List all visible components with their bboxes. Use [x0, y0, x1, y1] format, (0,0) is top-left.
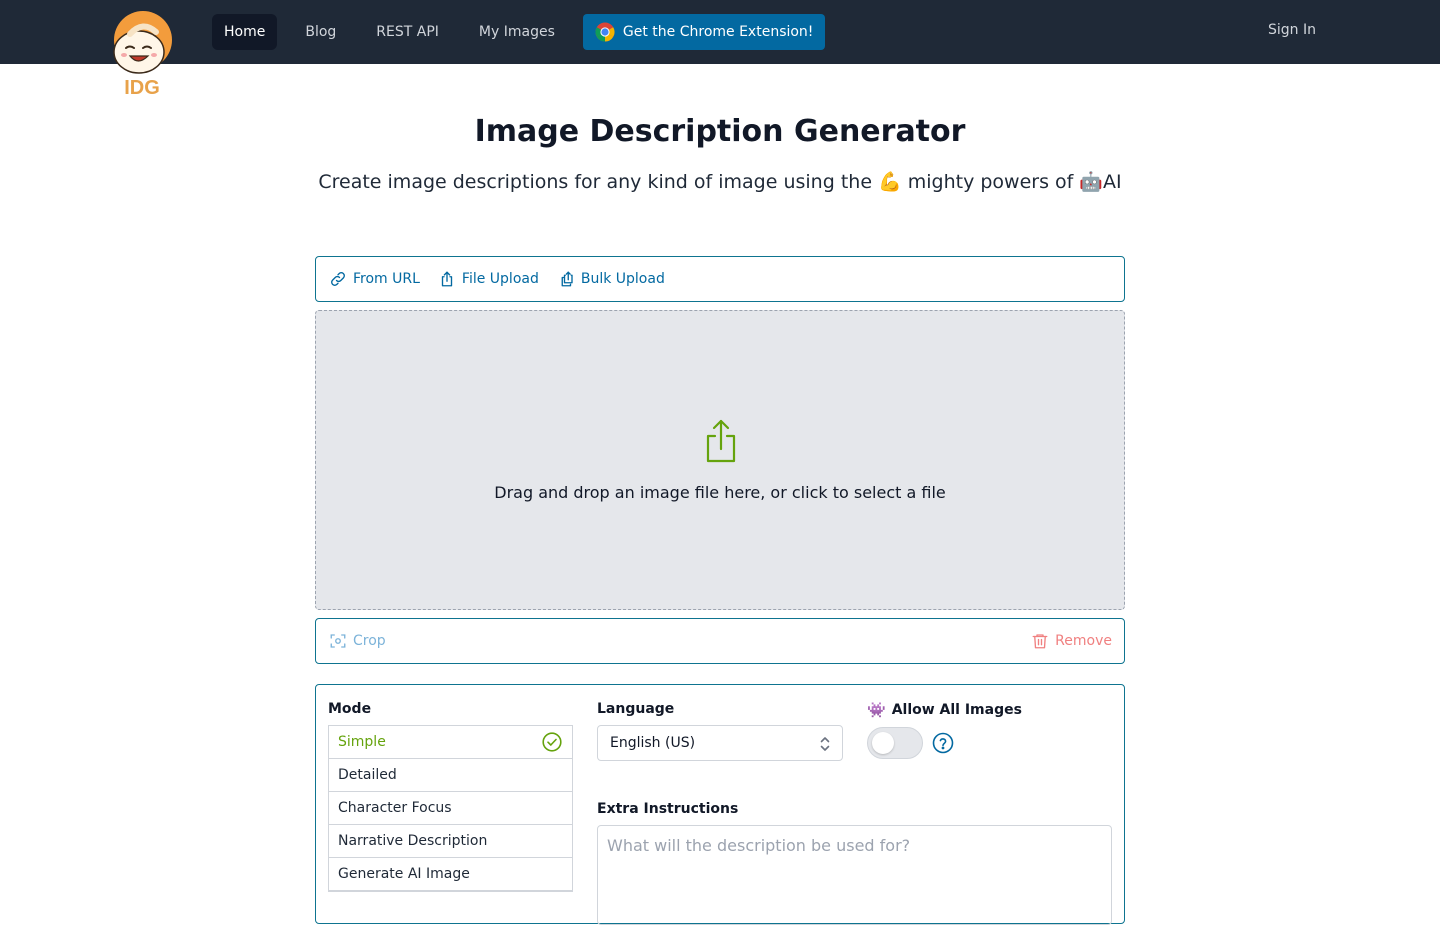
- language-value: English (US): [610, 735, 696, 751]
- mode-option-detailed[interactable]: Detailed: [329, 759, 572, 792]
- mascot-logo-icon: IDG: [113, 11, 172, 99]
- extra-instructions-input[interactable]: What will the description be used for?: [597, 825, 1112, 925]
- remove-label: Remove: [1055, 633, 1112, 649]
- extra-instructions-label: Extra Instructions: [597, 801, 739, 817]
- tab-file-upload-label: File Upload: [461, 271, 539, 287]
- crop-label: Crop: [353, 633, 386, 649]
- image-dropzone[interactable]: Drag and drop an image file here, or cli…: [315, 310, 1125, 610]
- mode-option-simple[interactable]: Simple: [329, 726, 572, 759]
- crop-icon: [330, 634, 346, 648]
- nav-home[interactable]: Home: [212, 14, 278, 50]
- main-nav: Home Blog REST API My Images Get the Chr…: [212, 14, 826, 50]
- language-label: Language: [597, 701, 675, 717]
- nav-my-images[interactable]: My Images: [467, 14, 567, 50]
- sign-in-link[interactable]: Sign In: [1268, 22, 1316, 38]
- trash-icon: [1032, 634, 1048, 649]
- nav-blog[interactable]: Blog: [293, 14, 348, 50]
- chevron-up-down-icon: [820, 737, 830, 751]
- chrome-icon: [595, 22, 615, 42]
- tab-bulk-upload-label: Bulk Upload: [580, 271, 665, 287]
- mode-option-label: Simple: [338, 734, 386, 750]
- bulk-upload-icon: [561, 271, 573, 287]
- tab-file-upload[interactable]: File Upload: [438, 270, 539, 288]
- tab-bulk-upload[interactable]: Bulk Upload: [557, 270, 665, 288]
- chrome-extension-label: Get the Chrome Extension!: [622, 24, 814, 40]
- mode-option-character-focus[interactable]: Character Focus: [329, 792, 572, 825]
- page-subtitle: Create image descriptions for any kind o…: [318, 171, 1122, 193]
- tab-from-url-label: From URL: [353, 271, 420, 287]
- nav-rest-api[interactable]: REST API: [364, 14, 451, 50]
- tab-from-url[interactable]: From URL: [329, 270, 420, 288]
- mode-list: Simple Detailed Character Focus Narrativ…: [328, 725, 573, 892]
- mode-option-label: Generate AI Image: [338, 866, 470, 882]
- site-logo[interactable]: IDG: [112, 8, 174, 100]
- chrome-extension-button[interactable]: Get the Chrome Extension!: [582, 14, 826, 50]
- language-select[interactable]: English (US): [597, 725, 843, 761]
- allow-all-images-label: 👾 Allow All Images: [867, 701, 1022, 719]
- image-toolbar: Crop Remove: [315, 618, 1125, 664]
- check-circle-icon: [542, 732, 562, 752]
- page-title: Image Description Generator: [474, 114, 966, 149]
- mode-label: Mode: [328, 701, 372, 717]
- mode-option-narrative[interactable]: Narrative Description: [329, 825, 572, 858]
- logo-text: IDG: [124, 77, 160, 99]
- mode-option-label: Character Focus: [338, 800, 452, 816]
- dropzone-instructions: Drag and drop an image file here, or cli…: [494, 483, 946, 502]
- alien-monster-icon: 👾: [867, 701, 886, 719]
- mode-option-label: Narrative Description: [338, 833, 488, 849]
- crop-button[interactable]: Crop: [329, 632, 386, 650]
- link-icon: [331, 272, 345, 286]
- mode-option-generate-ai-image[interactable]: Generate AI Image: [329, 858, 572, 891]
- allow-all-images-text: Allow All Images: [891, 702, 1022, 718]
- mode-option-label: Detailed: [338, 767, 397, 783]
- help-icon[interactable]: [932, 732, 954, 754]
- options-panel: Mode Simple Detailed Character Focus Nar…: [315, 684, 1125, 925]
- remove-button[interactable]: Remove: [1031, 632, 1112, 650]
- share-upload-icon: [706, 419, 736, 463]
- upload-icon: [441, 271, 453, 287]
- top-navbar: Home Blog REST API My Images Get the Chr…: [0, 0, 1440, 64]
- toggle-knob: [872, 732, 894, 754]
- allow-all-images-toggle[interactable]: [867, 727, 923, 759]
- upload-source-tabs: From URL File Upload Bulk Upload: [315, 256, 1125, 302]
